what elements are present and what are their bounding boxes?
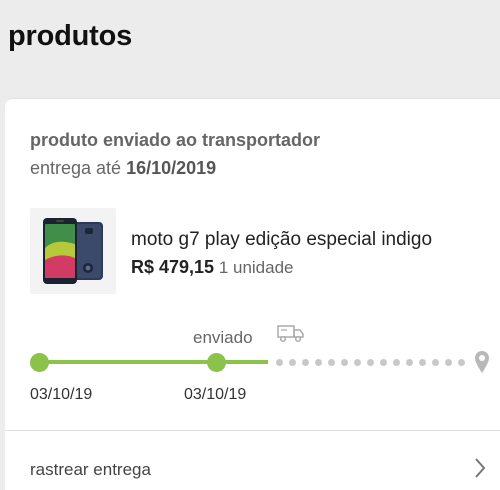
delivery-estimate: entrega até 16/10/2019 (30, 158, 216, 179)
order-status: produto enviado ao transportador (30, 130, 321, 150)
pending-dot (302, 359, 309, 366)
pending-dot (276, 359, 283, 366)
pending-dot (458, 359, 465, 366)
pending-dot (367, 359, 374, 366)
pending-dot (289, 359, 296, 366)
product-thumbnail[interactable] (30, 208, 116, 294)
price-line: R$ 479,15 1 unidade (131, 257, 294, 278)
pending-dot (354, 359, 361, 366)
product-price: R$ 479,15 (131, 257, 215, 277)
shipment-tracker: enviado 03/10/19 03/10/19 (5, 319, 500, 409)
pending-dot (341, 359, 348, 366)
current-step-label: enviado (193, 328, 253, 347)
delivery-prefix: entrega até (30, 158, 122, 178)
truck-icon (277, 325, 304, 343)
location-pin-icon (475, 351, 489, 373)
step-ordered-date: 03/10/19 (30, 386, 93, 403)
step-sent-date: 03/10/19 (184, 386, 247, 403)
pending-dot (315, 359, 322, 366)
page-title: produtos (8, 20, 133, 52)
pending-dot (406, 359, 413, 366)
orders-page: produtos produto enviado ao transportado… (0, 0, 500, 490)
product-name[interactable]: moto g7 play edição especial indigo (131, 229, 432, 251)
chevron-right-icon[interactable] (474, 457, 486, 479)
progress-bar-segment (47, 360, 209, 364)
delivery-date: 16/10/2019 (126, 158, 217, 178)
pending-dot (445, 359, 452, 366)
progress-bar-segment (224, 360, 268, 364)
track-delivery-link[interactable]: rastrear entrega (30, 460, 151, 480)
pending-dot (432, 359, 439, 366)
pending-dot (328, 359, 335, 366)
pending-dot (419, 359, 426, 366)
pending-dot (380, 359, 387, 366)
order-card: produto enviado ao transportador entrega… (5, 98, 500, 490)
product-quantity: 1 unidade (218, 258, 294, 277)
pending-dot (393, 359, 400, 366)
phone-product-image (43, 218, 103, 284)
divider (5, 430, 500, 431)
